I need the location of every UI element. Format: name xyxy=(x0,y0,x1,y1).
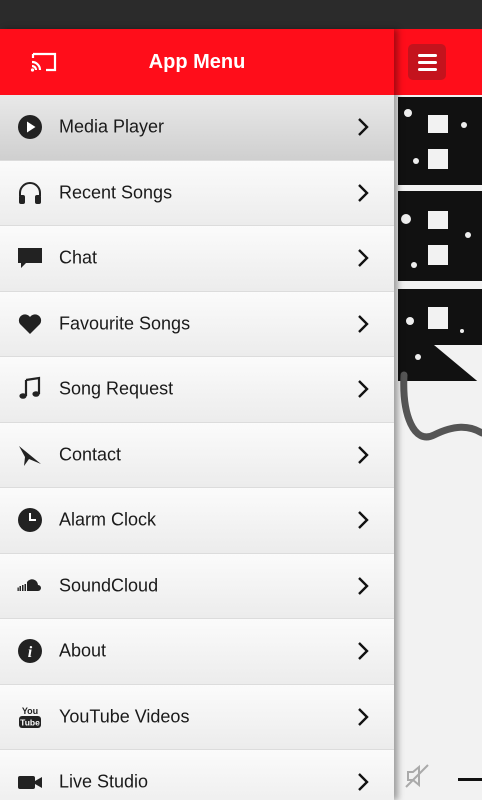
chevron-right-icon xyxy=(358,511,369,530)
chevron-right-icon xyxy=(358,642,369,661)
menu-item-label: Recent Songs xyxy=(59,182,173,203)
soundcloud-icon xyxy=(17,573,43,599)
menu-item-chat[interactable]: Chat xyxy=(0,226,394,292)
menu-item-label: About xyxy=(59,640,107,661)
hamburger-menu-icon[interactable] xyxy=(408,44,446,80)
music-note-icon xyxy=(17,376,43,402)
video-camera-icon xyxy=(17,769,43,795)
menu-item-live-studio[interactable]: Live Studio xyxy=(0,750,394,800)
menu-item-soundcloud[interactable]: SoundCloud xyxy=(0,553,394,619)
menu-item-contact[interactable]: Contact xyxy=(0,422,394,488)
menu-item-alarm-clock[interactable]: Alarm Clock xyxy=(0,488,394,554)
paper-plane-icon xyxy=(17,442,43,468)
menu-item-label: Song Request xyxy=(59,378,174,399)
drawer-header: App Menu xyxy=(0,29,394,95)
menu-item-label: Alarm Clock xyxy=(59,509,157,530)
drawer-menu: Media Player Recent Songs Chat Favourite… xyxy=(0,95,394,800)
chevron-right-icon xyxy=(358,314,369,333)
drawer-title: App Menu xyxy=(148,51,246,73)
menu-item-media-player[interactable]: Media Player xyxy=(0,95,394,161)
chevron-right-icon xyxy=(358,445,369,464)
player-progress-bar[interactable] xyxy=(458,778,482,781)
headphones-icon xyxy=(17,180,43,206)
menu-item-label: SoundCloud xyxy=(59,575,159,596)
menu-item-youtube-videos[interactable]: You Tube YouTube Videos xyxy=(0,684,394,750)
navigation-drawer: App Menu Media Player Recent Songs Chat xyxy=(0,29,394,800)
play-circle-icon xyxy=(17,114,43,140)
chevron-right-icon xyxy=(358,707,369,726)
chat-bubble-icon xyxy=(17,245,43,271)
menu-item-recent-songs[interactable]: Recent Songs xyxy=(0,160,394,226)
chevron-right-icon xyxy=(358,576,369,595)
main-header xyxy=(394,29,482,95)
station-logo-image xyxy=(394,95,482,441)
menu-item-about[interactable]: i About xyxy=(0,619,394,685)
chevron-right-icon xyxy=(358,118,369,137)
info-icon: i xyxy=(17,638,43,664)
svg-text:You: You xyxy=(22,706,38,716)
menu-item-label: Chat xyxy=(59,247,98,268)
svg-text:i: i xyxy=(28,644,33,661)
menu-item-favourite-songs[interactable]: Favourite Songs xyxy=(0,291,394,357)
chevron-right-icon xyxy=(358,380,369,399)
youtube-icon: You Tube xyxy=(17,704,43,730)
chevron-right-icon xyxy=(358,773,369,792)
menu-item-label: Contact xyxy=(59,444,122,465)
heart-icon xyxy=(17,311,43,337)
svg-text:Tube: Tube xyxy=(20,717,40,727)
mute-icon[interactable] xyxy=(402,761,432,791)
main-screen xyxy=(394,29,482,800)
menu-item-label: Media Player xyxy=(59,116,165,137)
status-bar xyxy=(0,0,482,29)
menu-item-label: Live Studio xyxy=(59,771,149,792)
menu-item-song-request[interactable]: Song Request xyxy=(0,357,394,423)
chevron-right-icon xyxy=(358,183,369,202)
clock-icon xyxy=(17,507,43,533)
chevron-right-icon xyxy=(358,249,369,268)
menu-item-label: Favourite Songs xyxy=(59,313,191,334)
menu-item-label: YouTube Videos xyxy=(59,706,190,727)
